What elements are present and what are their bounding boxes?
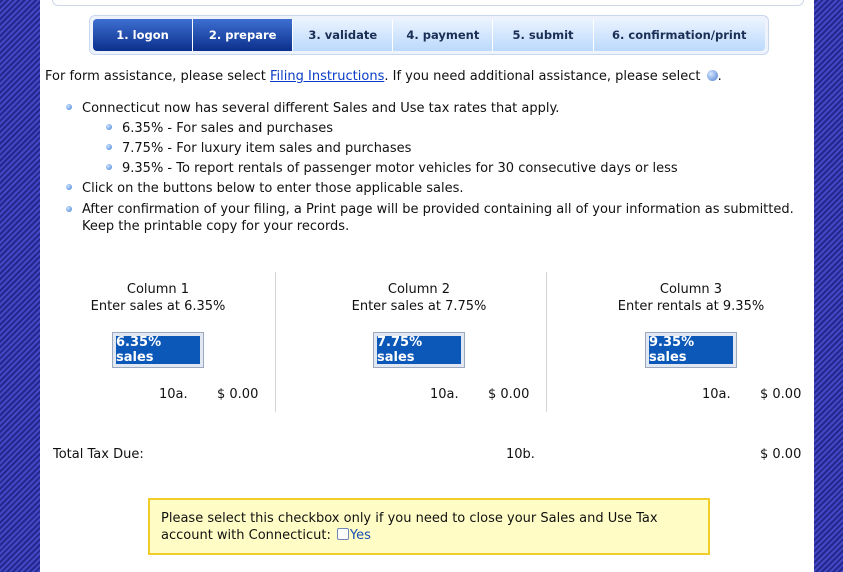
sales-935-button[interactable]: 9.35% sales: [645, 332, 737, 368]
step-payment: 4. payment: [393, 19, 494, 51]
close-account-yes-label[interactable]: Yes: [350, 528, 371, 543]
progress-steps: 1. logon 2. prepare 3. validate 4. payme…: [89, 15, 769, 55]
line-number-10a-col3: 10a.: [702, 387, 731, 402]
instructions-list: Connecticut now has several different Sa…: [64, 99, 804, 235]
list-item: 9.35% - To report rentals of passenger m…: [104, 159, 804, 179]
step-submit: 5. submit: [493, 19, 594, 51]
list-item: Click on the buttons below to enter thos…: [64, 179, 804, 199]
list-item: After confirmation of your filing, a Pri…: [64, 199, 804, 235]
column-3-header: Column 3 Enter rentals at 9.35%: [576, 281, 806, 315]
sales-775-button[interactable]: 7.75% sales: [373, 332, 465, 368]
close-account-checkbox[interactable]: [336, 528, 349, 540]
assistance-text: For form assistance, please select Filin…: [45, 69, 805, 84]
rates-intro: Connecticut now has several different Sa…: [82, 101, 560, 116]
sales-635-button[interactable]: 6.35% sales: [112, 332, 204, 368]
close-account-text: Please select this checkbox only if you …: [161, 511, 658, 543]
column-1-header: Column 1 Enter sales at 6.35%: [43, 281, 273, 315]
total-tax-due-amount: $ 0.00: [760, 447, 802, 462]
step-confirmation-print: 6. confirmation/print: [593, 19, 765, 51]
amount-col2: $ 0.00: [488, 387, 530, 402]
amount-col3: $ 0.00: [760, 387, 802, 402]
amount-col1: $ 0.00: [217, 387, 259, 402]
line-number-10b: 10b.: [506, 447, 535, 462]
column-divider: [275, 272, 276, 412]
list-item: 6.35% - For sales and purchases: [104, 119, 804, 139]
assistance-suffix: . If you need additional assistance, ple…: [384, 69, 705, 84]
column-title: Column 2: [387, 282, 451, 297]
column-title: Column 1: [126, 282, 190, 297]
rates-list: 6.35% - For sales and purchases 7.75% - …: [104, 119, 804, 179]
column-title: Column 3: [659, 282, 723, 297]
line-number-10a-col1: 10a.: [159, 387, 188, 402]
filing-instructions-link[interactable]: Filing Instructions: [270, 69, 384, 84]
close-account-notice: Please select this checkbox only if you …: [148, 498, 710, 555]
main-content-panel: 1. logon 2. prepare 3. validate 4. payme…: [40, 0, 814, 572]
column-subtitle: Enter sales at 7.75%: [351, 299, 487, 314]
assistance-prefix: For form assistance, please select: [45, 69, 270, 84]
total-tax-due-label: Total Tax Due:: [53, 447, 144, 462]
top-panel-edge: [52, 0, 804, 6]
help-icon[interactable]: [706, 70, 718, 81]
column-subtitle: Enter rentals at 9.35%: [617, 299, 765, 314]
assistance-end: .: [717, 69, 722, 84]
column-divider: [546, 272, 547, 412]
step-prepare: 2. prepare: [193, 19, 294, 51]
step-validate: 3. validate: [293, 19, 394, 51]
line-number-10a-col2: 10a.: [430, 387, 459, 402]
step-logon: 1. logon: [93, 19, 194, 51]
list-item: 7.75% - For luxury item sales and purcha…: [104, 139, 804, 159]
list-item: Connecticut now has several different Sa…: [64, 99, 804, 179]
column-subtitle: Enter sales at 6.35%: [90, 299, 226, 314]
column-2-header: Column 2 Enter sales at 7.75%: [304, 281, 534, 315]
